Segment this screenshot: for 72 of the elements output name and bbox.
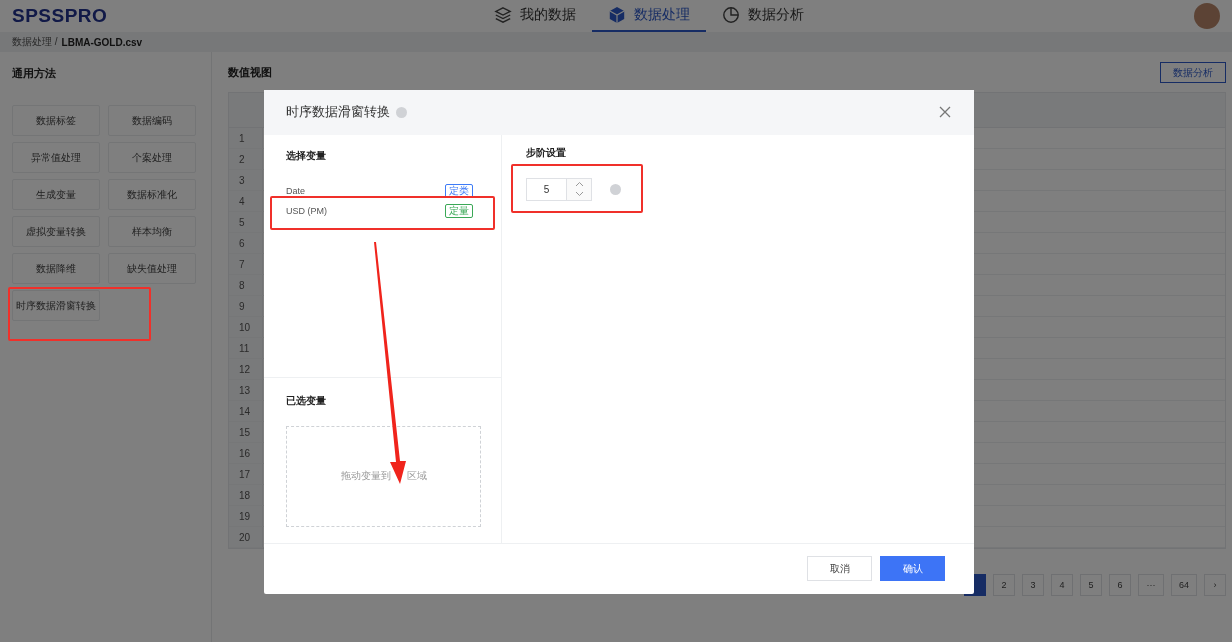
method-button[interactable]: 个案处理 xyxy=(108,142,196,173)
type-tag: 定量 xyxy=(445,203,473,218)
cancel-button[interactable]: 取消 xyxy=(807,556,872,582)
row-number: 16 xyxy=(229,443,263,463)
page-button[interactable]: 5 xyxy=(1080,574,1102,596)
method-button[interactable]: 虚拟变量转换 xyxy=(12,216,100,247)
increment-button[interactable] xyxy=(567,178,591,190)
row-number: 8 xyxy=(229,275,263,295)
page-button[interactable]: 3 xyxy=(1022,574,1044,596)
row-number: 10 xyxy=(229,317,263,337)
method-button[interactable]: 数据降维 xyxy=(12,253,100,284)
row-number: 20 xyxy=(229,527,263,547)
method-button[interactable]: 缺失值处理 xyxy=(108,253,196,284)
close-button[interactable] xyxy=(938,105,952,120)
close-icon xyxy=(938,105,952,120)
breadcrumb-current: LBMA-GOLD.csv xyxy=(61,36,143,48)
method-button[interactable]: 数据标签 xyxy=(12,105,100,136)
dialog-title: 时序数据滑窗转换 xyxy=(286,103,390,122)
page-button[interactable]: 64 xyxy=(1171,574,1197,596)
chevron-up-icon xyxy=(574,180,584,187)
variable-item[interactable]: USD (PM) xyxy=(286,205,327,216)
section-title: 步阶设置 xyxy=(526,145,567,160)
method-button[interactable]: 时序数据滑窗转换 xyxy=(12,290,100,321)
row-number: 11 xyxy=(229,338,263,358)
row-number: 9 xyxy=(229,296,263,316)
method-button[interactable]: 数据标准化 xyxy=(108,179,196,210)
app-logo: SPSSPRO xyxy=(12,5,109,27)
type-tag: 定类 xyxy=(445,183,473,198)
row-number: 13 xyxy=(229,380,263,400)
row-number: 19 xyxy=(229,506,263,526)
help-icon[interactable] xyxy=(610,183,621,195)
user-avatar[interactable] xyxy=(1194,3,1220,29)
row-number: 12 xyxy=(229,359,263,379)
row-number: 14 xyxy=(229,401,263,421)
nav-tab[interactable]: 我的数据 xyxy=(478,0,592,32)
variable-item[interactable]: Date xyxy=(286,185,305,196)
analyze-button[interactable]: 数据分析 xyxy=(1160,62,1226,83)
method-button[interactable]: 数据编码 xyxy=(108,105,196,136)
row-number: 1 xyxy=(229,128,263,148)
confirm-button[interactable]: 确认 xyxy=(880,556,945,582)
method-button[interactable]: 异常值处理 xyxy=(12,142,100,173)
row-number: 3 xyxy=(229,170,263,190)
nav-tab[interactable]: 数据分析 xyxy=(706,0,820,32)
pie-chart-icon xyxy=(722,6,740,24)
panel-title: 通用方法 xyxy=(12,66,57,81)
row-number: 18 xyxy=(229,485,263,505)
row-number: 5 xyxy=(229,212,263,232)
row-number: 17 xyxy=(229,464,263,484)
layers-icon xyxy=(494,6,512,24)
section-title: 数值视图 xyxy=(228,65,272,80)
section-title: 已选变量 xyxy=(286,393,327,408)
drop-hint: 拖动变量到 xyxy=(340,469,391,484)
row-number: 2 xyxy=(229,149,263,169)
step-input[interactable]: 5 xyxy=(526,177,592,201)
row-number: 6 xyxy=(229,233,263,253)
row-number: 7 xyxy=(229,254,263,274)
drop-hint: 区域 xyxy=(406,469,427,484)
method-button[interactable]: 生成变量 xyxy=(12,179,100,210)
cube-icon xyxy=(608,6,626,24)
breadcrumb-link[interactable]: 数据处理 / xyxy=(12,35,58,49)
help-icon[interactable] xyxy=(396,106,407,118)
page-button[interactable]: ··· xyxy=(1138,574,1164,596)
page-button[interactable]: 2 xyxy=(993,574,1015,596)
chevron-down-icon xyxy=(574,191,584,198)
page-button[interactable]: 4 xyxy=(1051,574,1073,596)
page-button[interactable]: › xyxy=(1204,574,1226,596)
row-number: 4 xyxy=(229,191,263,211)
method-button[interactable]: 样本均衡 xyxy=(108,216,196,247)
page-button[interactable]: 6 xyxy=(1109,574,1131,596)
section-title: 选择变量 xyxy=(286,148,327,163)
decrement-button[interactable] xyxy=(567,189,591,200)
row-number: 15 xyxy=(229,422,263,442)
